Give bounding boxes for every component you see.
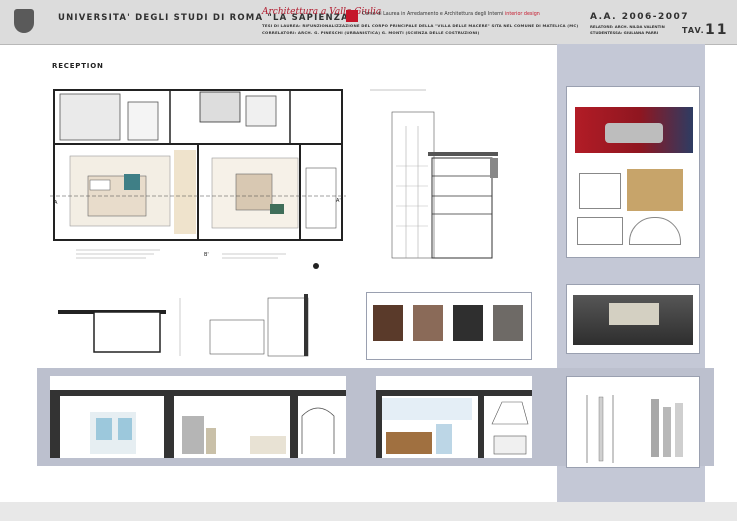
reception-render	[573, 295, 693, 345]
page-title: RECEPTION	[52, 62, 104, 70]
materials-card	[366, 292, 532, 360]
section-mark-b-prime: B'	[204, 252, 209, 258]
university-crest-icon	[14, 9, 34, 33]
sofa-photo	[575, 107, 693, 153]
sofa-icon	[605, 123, 663, 143]
material-photo-3	[453, 305, 483, 341]
material-photo-2	[413, 305, 443, 341]
lighting-card	[566, 376, 700, 468]
tav-number: 11	[705, 22, 729, 38]
thesis-line-1: TESI DI LAUREA: RIFUNZIONALIZZAZIONE DEL…	[262, 23, 579, 28]
section-mark-a: A	[54, 200, 58, 206]
course-line: Corso di Laurea in Arredamento e Archite…	[362, 12, 540, 17]
section-b	[376, 376, 532, 458]
material-photo-1	[373, 305, 403, 341]
counter-detail	[50, 290, 346, 358]
material-photo-4	[493, 305, 523, 341]
academic-year: A.A. 2006-2007	[590, 12, 690, 22]
section-a	[50, 376, 346, 458]
armchair-sketch	[579, 173, 621, 209]
faculty-logo-icon	[346, 10, 358, 22]
reception-render-card	[566, 284, 700, 354]
interior-photo	[627, 169, 683, 211]
render-glow	[609, 303, 659, 325]
furniture-card	[566, 86, 700, 258]
section-mark-a-prime: A'	[336, 198, 341, 204]
floor-plan: A A' B'	[50, 88, 346, 272]
tav-label: TAV.	[682, 26, 705, 35]
thesis-line-2: CORRELATORI: ARCH. G. PINESCHI (URBANIST…	[262, 30, 480, 35]
student-name: STUDENTESSA: GIULIANA PARRI	[590, 30, 659, 35]
bottom-strip	[0, 502, 737, 521]
reception-wall-section	[366, 86, 528, 266]
relatore: RELATORE: ARCH. NILDA VALENTIN	[590, 24, 665, 29]
curved-bench-sketch	[629, 217, 681, 245]
sofa-elevation-sketch	[577, 217, 623, 245]
